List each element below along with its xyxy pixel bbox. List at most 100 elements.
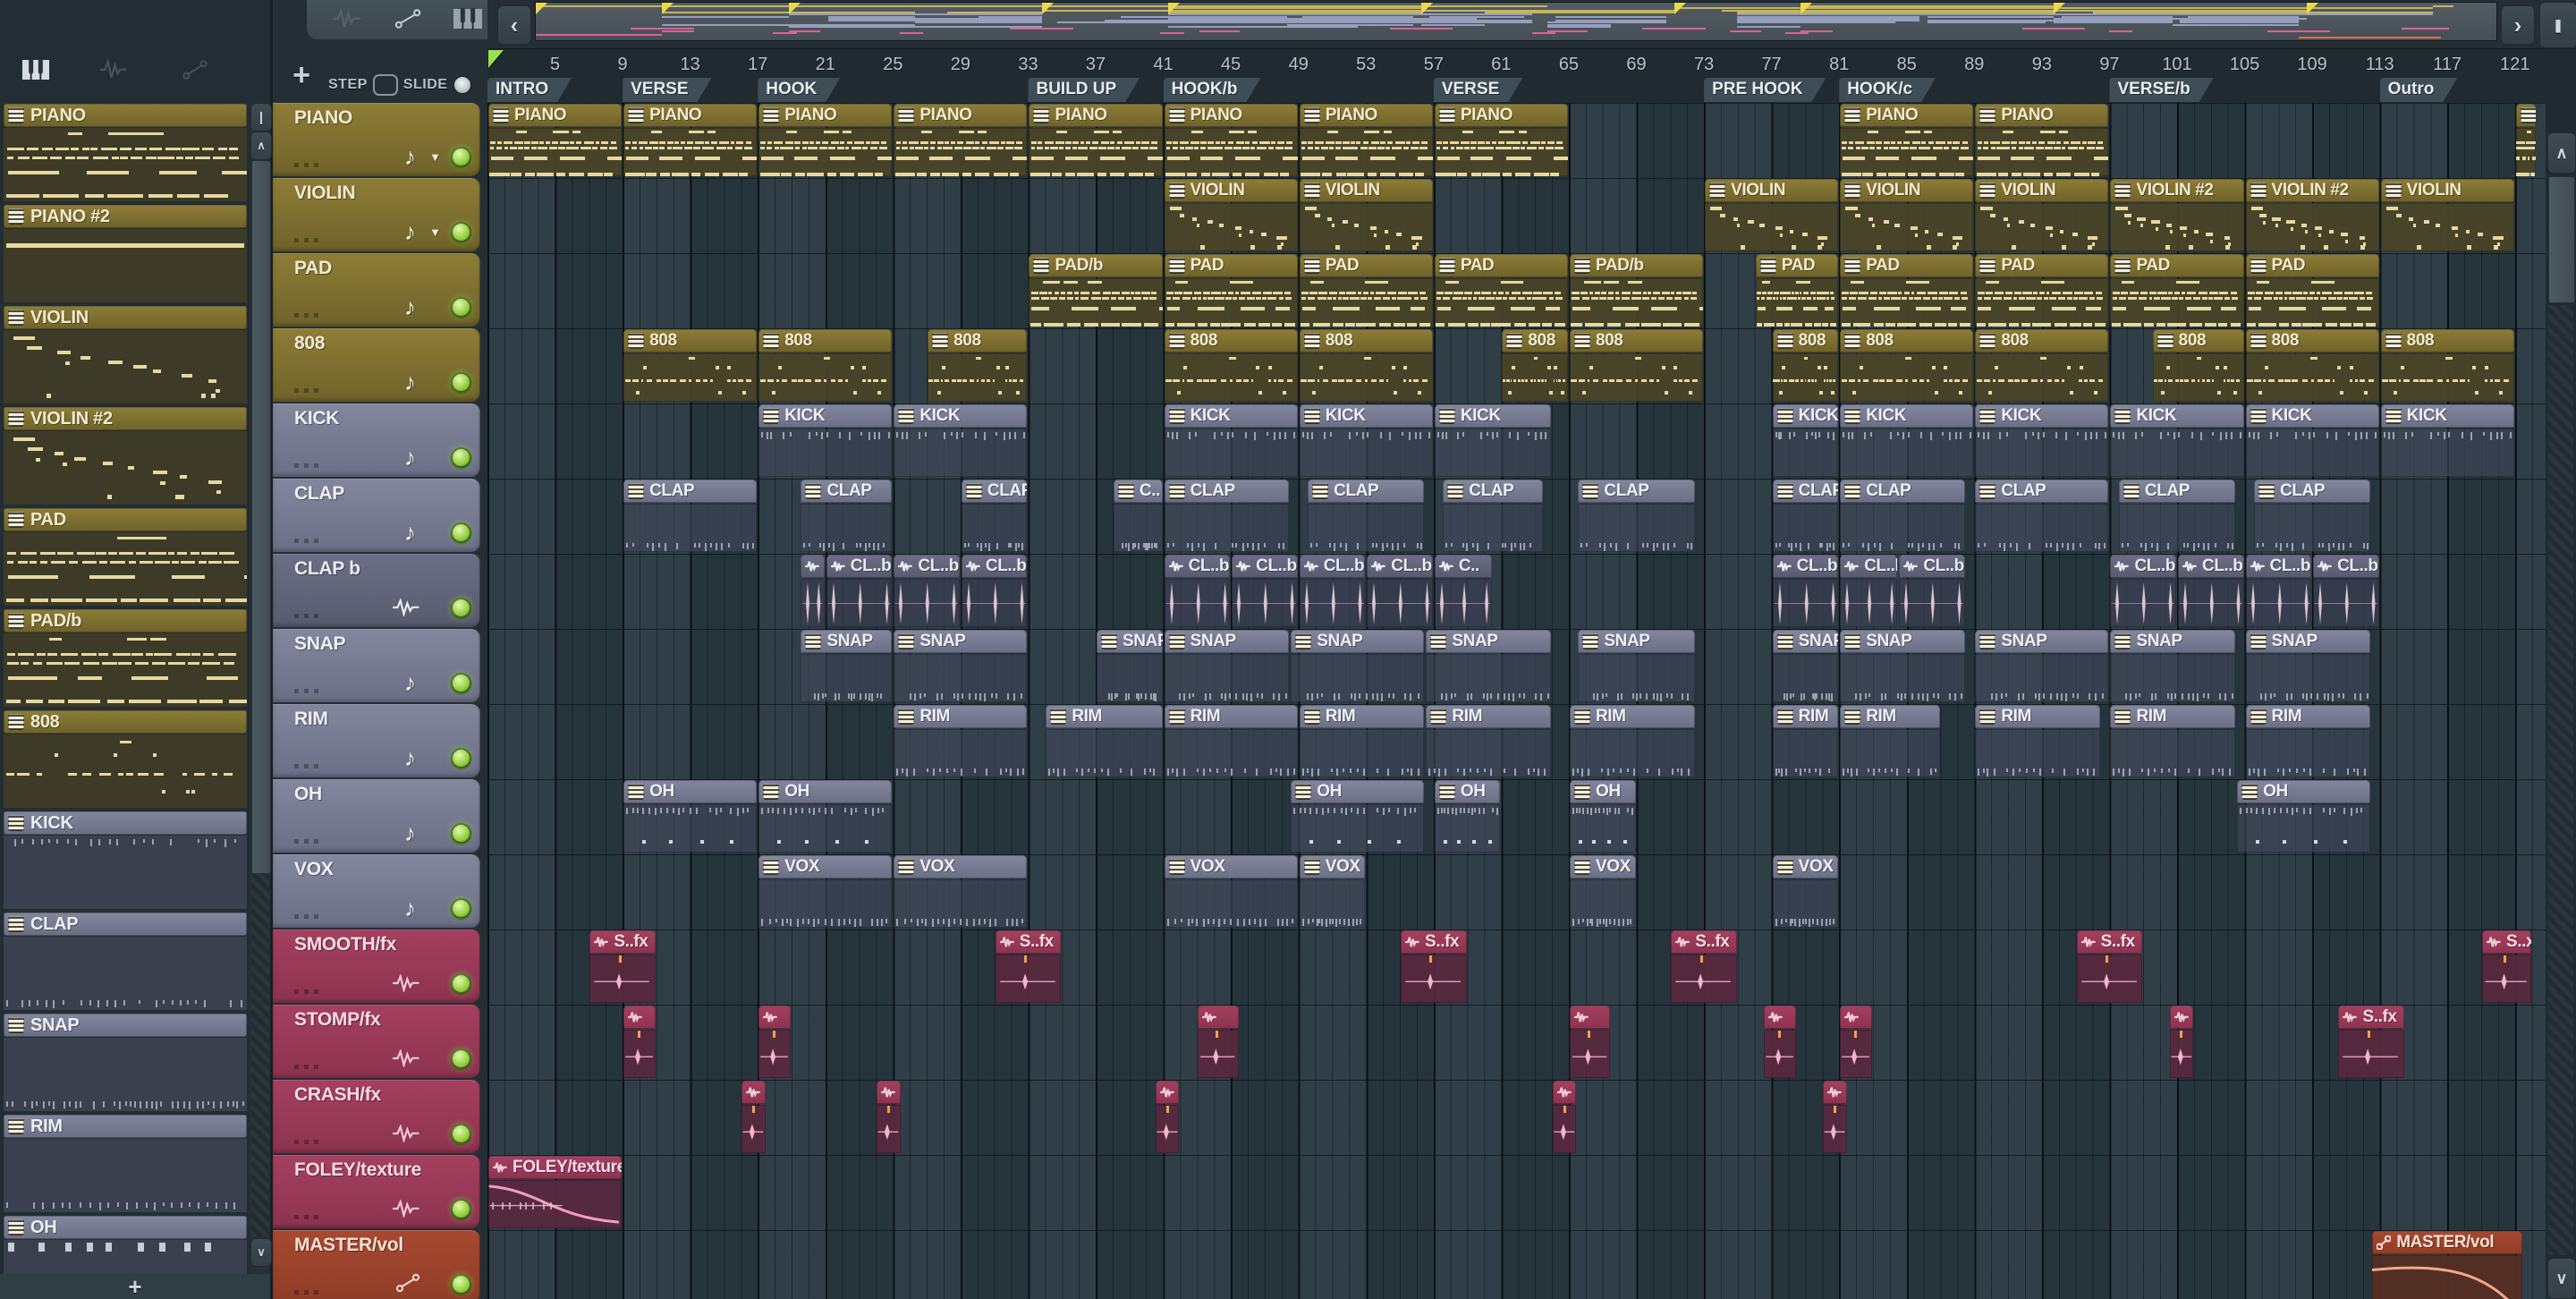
track-options-dots[interactable] — [294, 764, 319, 768]
marker-INTRO[interactable]: INTRO — [487, 78, 572, 102]
marker-Outro[interactable]: Outro — [2380, 78, 2458, 102]
clip-PAD[interactable]: PAD — [2110, 254, 2244, 327]
clip-C..[interactable]: C.. — [1434, 555, 1492, 628]
scroll-top-button[interactable]: | — [250, 103, 272, 132]
clip-808[interactable]: 808 — [1502, 329, 1568, 403]
view-mode-tab[interactable] — [307, 0, 511, 39]
scroll-left-button[interactable]: ‹ — [497, 5, 531, 45]
track-options-dots[interactable] — [294, 914, 319, 919]
track-header-CLAP[interactable]: CLAP ♪ — [273, 479, 480, 552]
clip-STOMP/fx[interactable] — [1198, 1006, 1239, 1079]
track-mute-led[interactable] — [451, 1049, 471, 1069]
clip-KICK[interactable]: KICK — [1164, 404, 1298, 478]
clip-S..fx[interactable]: S..fx — [589, 930, 656, 1004]
clip-STOMP/fx[interactable] — [1840, 1006, 1872, 1079]
timeline-ruler[interactable]: 5 9 13 17 21 25 29 33 37 41 45 49 53 57 61 65 69 73 77 81 85… — [487, 49, 2546, 78]
clip-VOX[interactable]: VOX — [1164, 855, 1298, 929]
clip-SNAP[interactable]: SNAP — [1164, 630, 1290, 703]
clip-CL..b[interactable]: CL..b — [894, 555, 960, 628]
clip-808[interactable]: 808 — [1569, 329, 1704, 403]
clip-808[interactable]: 808 — [1975, 329, 2109, 403]
track-mute-led[interactable] — [451, 673, 471, 693]
marker-PRE HOOK[interactable]: PRE HOOK — [1704, 78, 1826, 102]
clip-PIANO[interactable]: PIANO — [1434, 104, 1568, 177]
track-header-SNAP[interactable]: SNAP ♪ — [273, 629, 480, 702]
clip-SNAP[interactable]: SNAP — [1840, 630, 1965, 703]
track-mute-led[interactable] — [451, 1199, 471, 1219]
track-options-dots[interactable] — [294, 839, 319, 844]
clip-KICK[interactable]: KICK — [1434, 404, 1552, 478]
clip-OH[interactable]: OH — [2237, 780, 2371, 853]
clip-CL..b[interactable]: CL..b — [2178, 555, 2244, 628]
chevron-down-icon[interactable]: ▼ — [429, 150, 441, 164]
clip-808[interactable]: 808 — [1299, 329, 1433, 403]
track-mute-led[interactable] — [451, 297, 471, 318]
track-header-VIOLIN[interactable]: VIOLIN ♪ ▼ — [273, 178, 480, 251]
track-options-dots[interactable] — [294, 238, 319, 242]
add-pattern-button[interactable]: + — [0, 1273, 270, 1299]
clip-VIOLIN[interactable]: VIOLIN — [2380, 179, 2514, 252]
clip-S..fx[interactable]: S..fx — [1401, 930, 1467, 1004]
clip-RIM[interactable]: RIM — [2245, 705, 2371, 778]
track-mute-led[interactable] — [451, 1124, 471, 1144]
pattern-KICK[interactable]: KICK — [4, 811, 247, 910]
track-options-dots[interactable] — [294, 1140, 319, 1144]
track-mute-led[interactable] — [451, 1274, 471, 1295]
clip-PAD[interactable]: PAD — [2245, 254, 2379, 327]
pattern-CLAP[interactable]: CLAP — [4, 913, 247, 1011]
track-mute-led[interactable] — [451, 973, 471, 994]
clip-CRASH/fx[interactable] — [877, 1081, 901, 1154]
clip-KICK[interactable]: KICK — [2380, 404, 2514, 478]
pattern-VIOLIN[interactable]: VIOLIN — [4, 306, 247, 404]
clip-RIM[interactable]: RIM — [1164, 705, 1298, 778]
automation-view-icon[interactable] — [181, 59, 211, 82]
playhead-marker[interactable] — [488, 50, 504, 68]
clip-PIANO[interactable]: PIANO — [894, 104, 1028, 177]
track-options-dots[interactable] — [294, 614, 319, 618]
clip-STOMP/fx[interactable] — [758, 1006, 791, 1079]
track-options-dots[interactable] — [294, 1290, 319, 1295]
marker-VERSE/b[interactable]: VERSE/b — [2109, 78, 2213, 102]
marker-VERSE[interactable]: VERSE — [623, 78, 711, 102]
clip-CLAP[interactable]: CLAP — [2118, 480, 2236, 553]
track-header-808[interactable]: 808 ♪ — [273, 328, 480, 402]
clip-CL..b[interactable]: CL..b — [1299, 555, 1366, 628]
scroll-down-button[interactable]: ∨ — [2547, 1258, 2576, 1299]
clip-PIANO[interactable] — [2515, 104, 2537, 177]
track-mute-led[interactable] — [451, 823, 471, 844]
pattern-scrollbar[interactable]: | ∧ ∨ — [250, 103, 272, 1275]
marker-BUILD UP[interactable]: BUILD UP — [1028, 78, 1140, 102]
clip-SNAP[interactable]: SNAP — [801, 630, 893, 703]
clip-PAD[interactable]: PAD — [1975, 254, 2109, 327]
clip-OH[interactable]: OH — [1434, 780, 1501, 853]
pattern-scroll-thumb[interactable] — [251, 160, 271, 874]
audio-tab-icon[interactable] — [333, 8, 365, 31]
track-options-dots[interactable] — [294, 1065, 319, 1069]
clip-RIM[interactable]: RIM — [1975, 705, 2100, 778]
clip-PIANO[interactable]: PIANO — [488, 104, 623, 177]
clip-RIM[interactable]: RIM — [2110, 705, 2236, 778]
clip-KICK[interactable]: KICK — [1840, 404, 1974, 478]
clip-VOX[interactable]: VOX — [1772, 855, 1839, 929]
clip-SNAP[interactable]: SNAP — [1097, 630, 1163, 703]
clip-CL..b[interactable]: CL..b — [1164, 555, 1231, 628]
clip-KICK[interactable]: KICK — [1772, 404, 1839, 478]
clip-PAD[interactable]: PAD — [1164, 254, 1298, 327]
clip-S..fx[interactable]: S..fx — [995, 930, 1062, 1004]
clip-CL..b[interactable]: CL..b — [1840, 555, 1898, 628]
track-mute-led[interactable] — [451, 447, 471, 468]
clip-SNAP[interactable]: SNAP — [894, 630, 1028, 703]
audio-view-icon[interactable] — [100, 59, 131, 82]
clip-RIM[interactable]: RIM — [1772, 705, 1839, 778]
pattern-scroll-down-button[interactable]: ∨ — [250, 1238, 272, 1267]
track-mute-led[interactable] — [451, 372, 471, 393]
scroll-end-button[interactable]: ❚ — [2539, 2, 2576, 48]
clip-VIOLIN[interactable]: VIOLIN — [1299, 179, 1433, 252]
clip-CL..b[interactable]: CL..b — [826, 555, 893, 628]
add-track-button[interactable]: + — [284, 57, 319, 93]
pattern-scroll-up-button[interactable]: ∧ — [250, 132, 272, 160]
clip-PIANO[interactable]: PIANO — [1164, 104, 1298, 177]
track-mute-led[interactable] — [451, 522, 471, 543]
track-options-dots[interactable] — [294, 313, 319, 318]
clip-S..fx[interactable]: S..fx — [1671, 930, 1737, 1004]
